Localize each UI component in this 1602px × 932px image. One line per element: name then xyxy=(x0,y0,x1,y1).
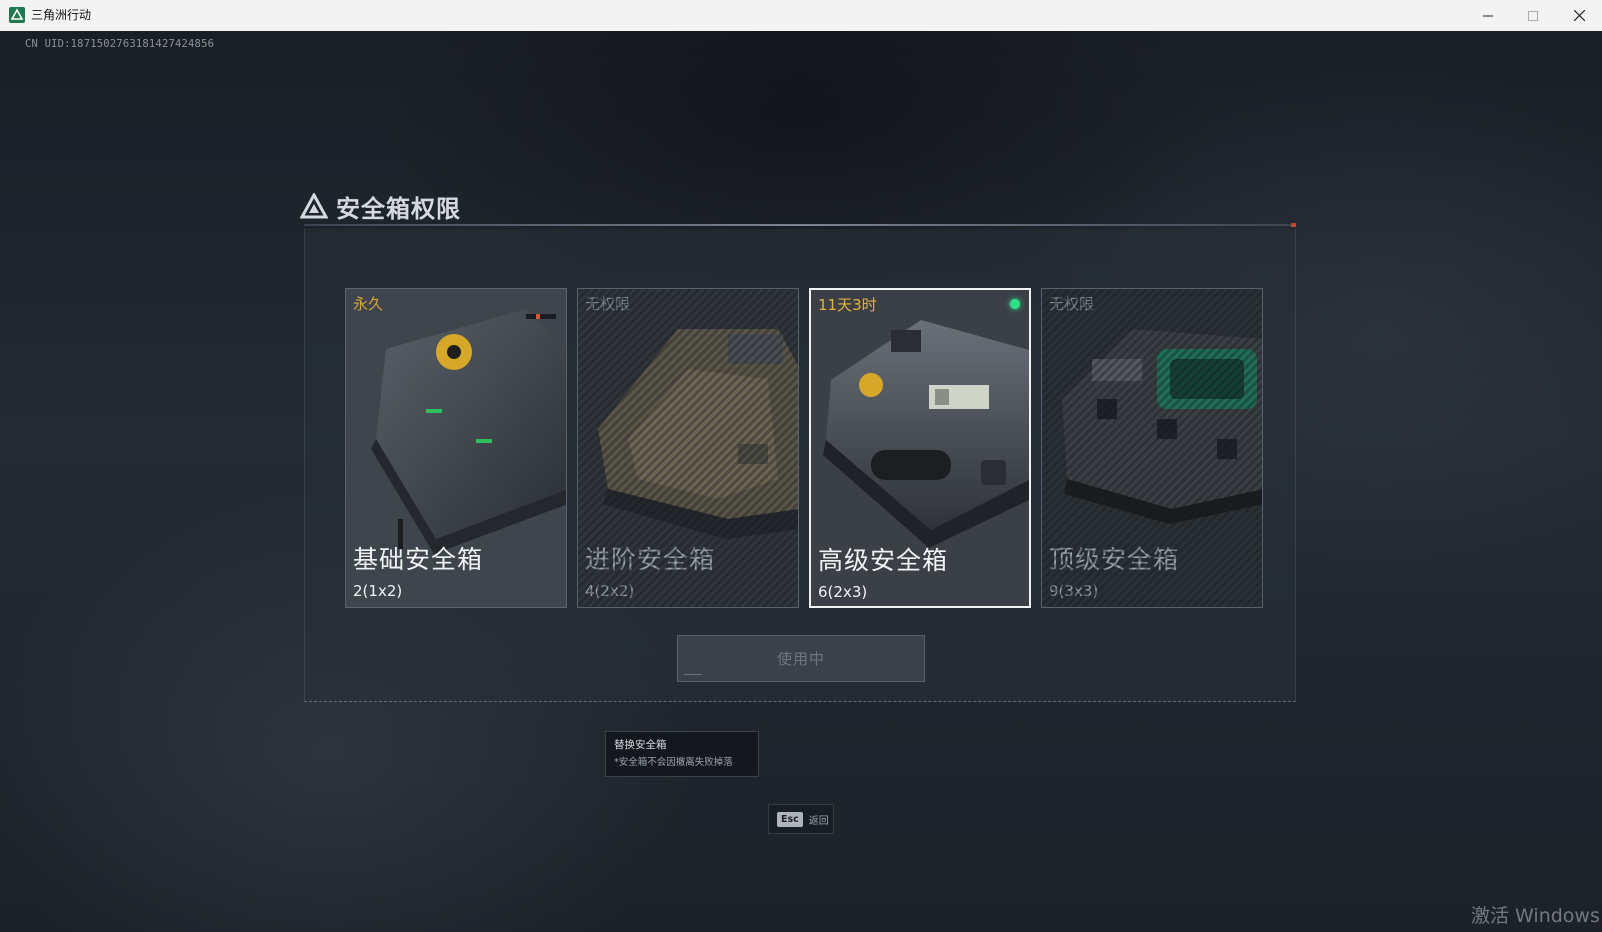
tooltip-title: 替换安全箱 xyxy=(614,739,667,751)
app-logo-icon xyxy=(9,7,25,23)
delta-logo-icon xyxy=(300,193,328,219)
esc-key-icon: Esc xyxy=(777,811,803,827)
card-duration: 11天3时 xyxy=(818,296,877,314)
card-capacity: 6(2x3) xyxy=(818,583,868,601)
safe-box-card-basic[interactable]: 永久 基础安全箱 2(1x2) xyxy=(345,288,567,608)
close-icon xyxy=(1573,10,1585,21)
card-capacity: 9(3x3) xyxy=(1049,582,1099,600)
panel-title: 安全箱权限 xyxy=(336,194,461,223)
maximize-icon xyxy=(1528,10,1538,21)
card-capacity: 4(2x2) xyxy=(585,582,635,600)
window-titlebar: 三角洲行动 xyxy=(0,0,1602,32)
card-duration: 无权限 xyxy=(585,295,631,313)
player-uid: CN UID:1871502763181427424856 xyxy=(25,38,215,50)
close-button[interactable] xyxy=(1556,0,1602,31)
card-duration: 无权限 xyxy=(1049,295,1095,313)
in-use-button[interactable]: 使用中 xyxy=(677,635,925,682)
active-indicator-icon xyxy=(1010,299,1020,309)
minimize-icon xyxy=(1483,15,1493,16)
back-label: 返回 xyxy=(808,815,829,827)
maximize-button[interactable] xyxy=(1510,0,1556,31)
minimize-button[interactable] xyxy=(1465,0,1511,31)
tooltip-note: *安全箱不会因撤离失败掉落 xyxy=(614,757,733,768)
window-title: 三角洲行动 xyxy=(31,8,92,22)
safe-box-card-top[interactable]: 无权限 顶级安全箱 9(3x3) xyxy=(1041,288,1263,608)
card-name: 基础安全箱 xyxy=(353,545,484,574)
back-button[interactable]: Esc 返回 xyxy=(768,804,834,834)
replace-safe-box-tooltip: 替换安全箱 *安全箱不会因撤离失败掉落 xyxy=(605,731,759,777)
card-name: 高级安全箱 xyxy=(818,546,949,575)
panel-header: 安全箱权限 xyxy=(300,188,461,224)
card-capacity: 2(1x2) xyxy=(353,582,403,600)
safe-box-card-premium[interactable]: 11天3时 高级安全箱 6(2x3) xyxy=(809,288,1031,608)
card-name: 进阶安全箱 xyxy=(585,545,716,574)
windows-activation-watermark: 激活 Windows xyxy=(1471,905,1600,927)
safe-box-card-list: 永久 基础安全箱 2(1x2) 无权限 进阶安全箱 4(2x2) 11天3时 高… xyxy=(345,288,1263,608)
card-duration: 永久 xyxy=(353,295,384,313)
card-name: 顶级安全箱 xyxy=(1049,545,1180,574)
safe-box-card-advanced[interactable]: 无权限 进阶安全箱 4(2x2) xyxy=(577,288,799,608)
title-divider xyxy=(304,223,1296,227)
